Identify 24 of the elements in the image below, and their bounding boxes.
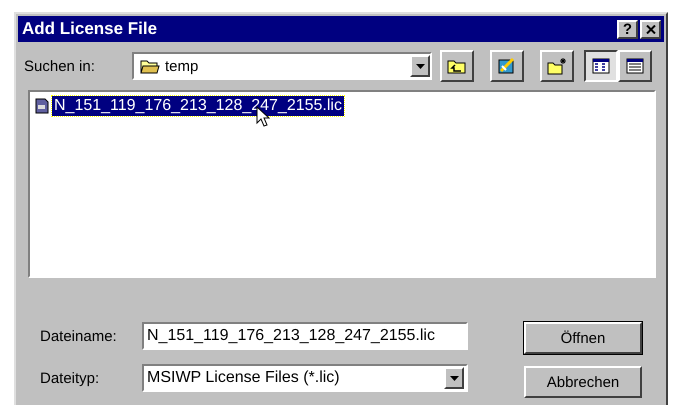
look-in-label: Suchen in: — [24, 58, 96, 74]
new-folder-icon — [547, 57, 567, 75]
list-view-button[interactable] — [584, 50, 618, 82]
look-in-dropdown[interactable]: temp — [132, 52, 432, 80]
folder-up-icon — [447, 58, 467, 74]
cancel-button[interactable]: Abbrechen — [524, 366, 642, 398]
list-view-icon — [592, 58, 610, 74]
close-button[interactable] — [640, 20, 661, 38]
help-button[interactable]: ? — [617, 20, 638, 38]
close-icon — [646, 24, 656, 34]
up-button[interactable] — [440, 50, 474, 82]
document-icon — [34, 98, 50, 114]
file-name-field[interactable]: N_151_119_176_213_128_247_2155.lic — [142, 322, 468, 350]
file-type-label: Dateityp: — [40, 370, 100, 386]
file-item[interactable]: N_151_119_176_213_128_247_2155.lic — [52, 96, 344, 116]
file-type-dropdown[interactable]: MSIWP License Files (*.lic) — [142, 364, 468, 392]
folder-icon — [140, 58, 160, 74]
details-view-icon — [626, 58, 644, 74]
new-folder-button[interactable] — [540, 50, 574, 82]
pencil-icon — [497, 57, 517, 75]
details-view-button[interactable] — [618, 50, 652, 82]
open-button[interactable]: Öffnen — [524, 322, 642, 354]
window-title: Add License File — [22, 19, 158, 39]
file-name-label: Dateiname: — [40, 328, 118, 344]
